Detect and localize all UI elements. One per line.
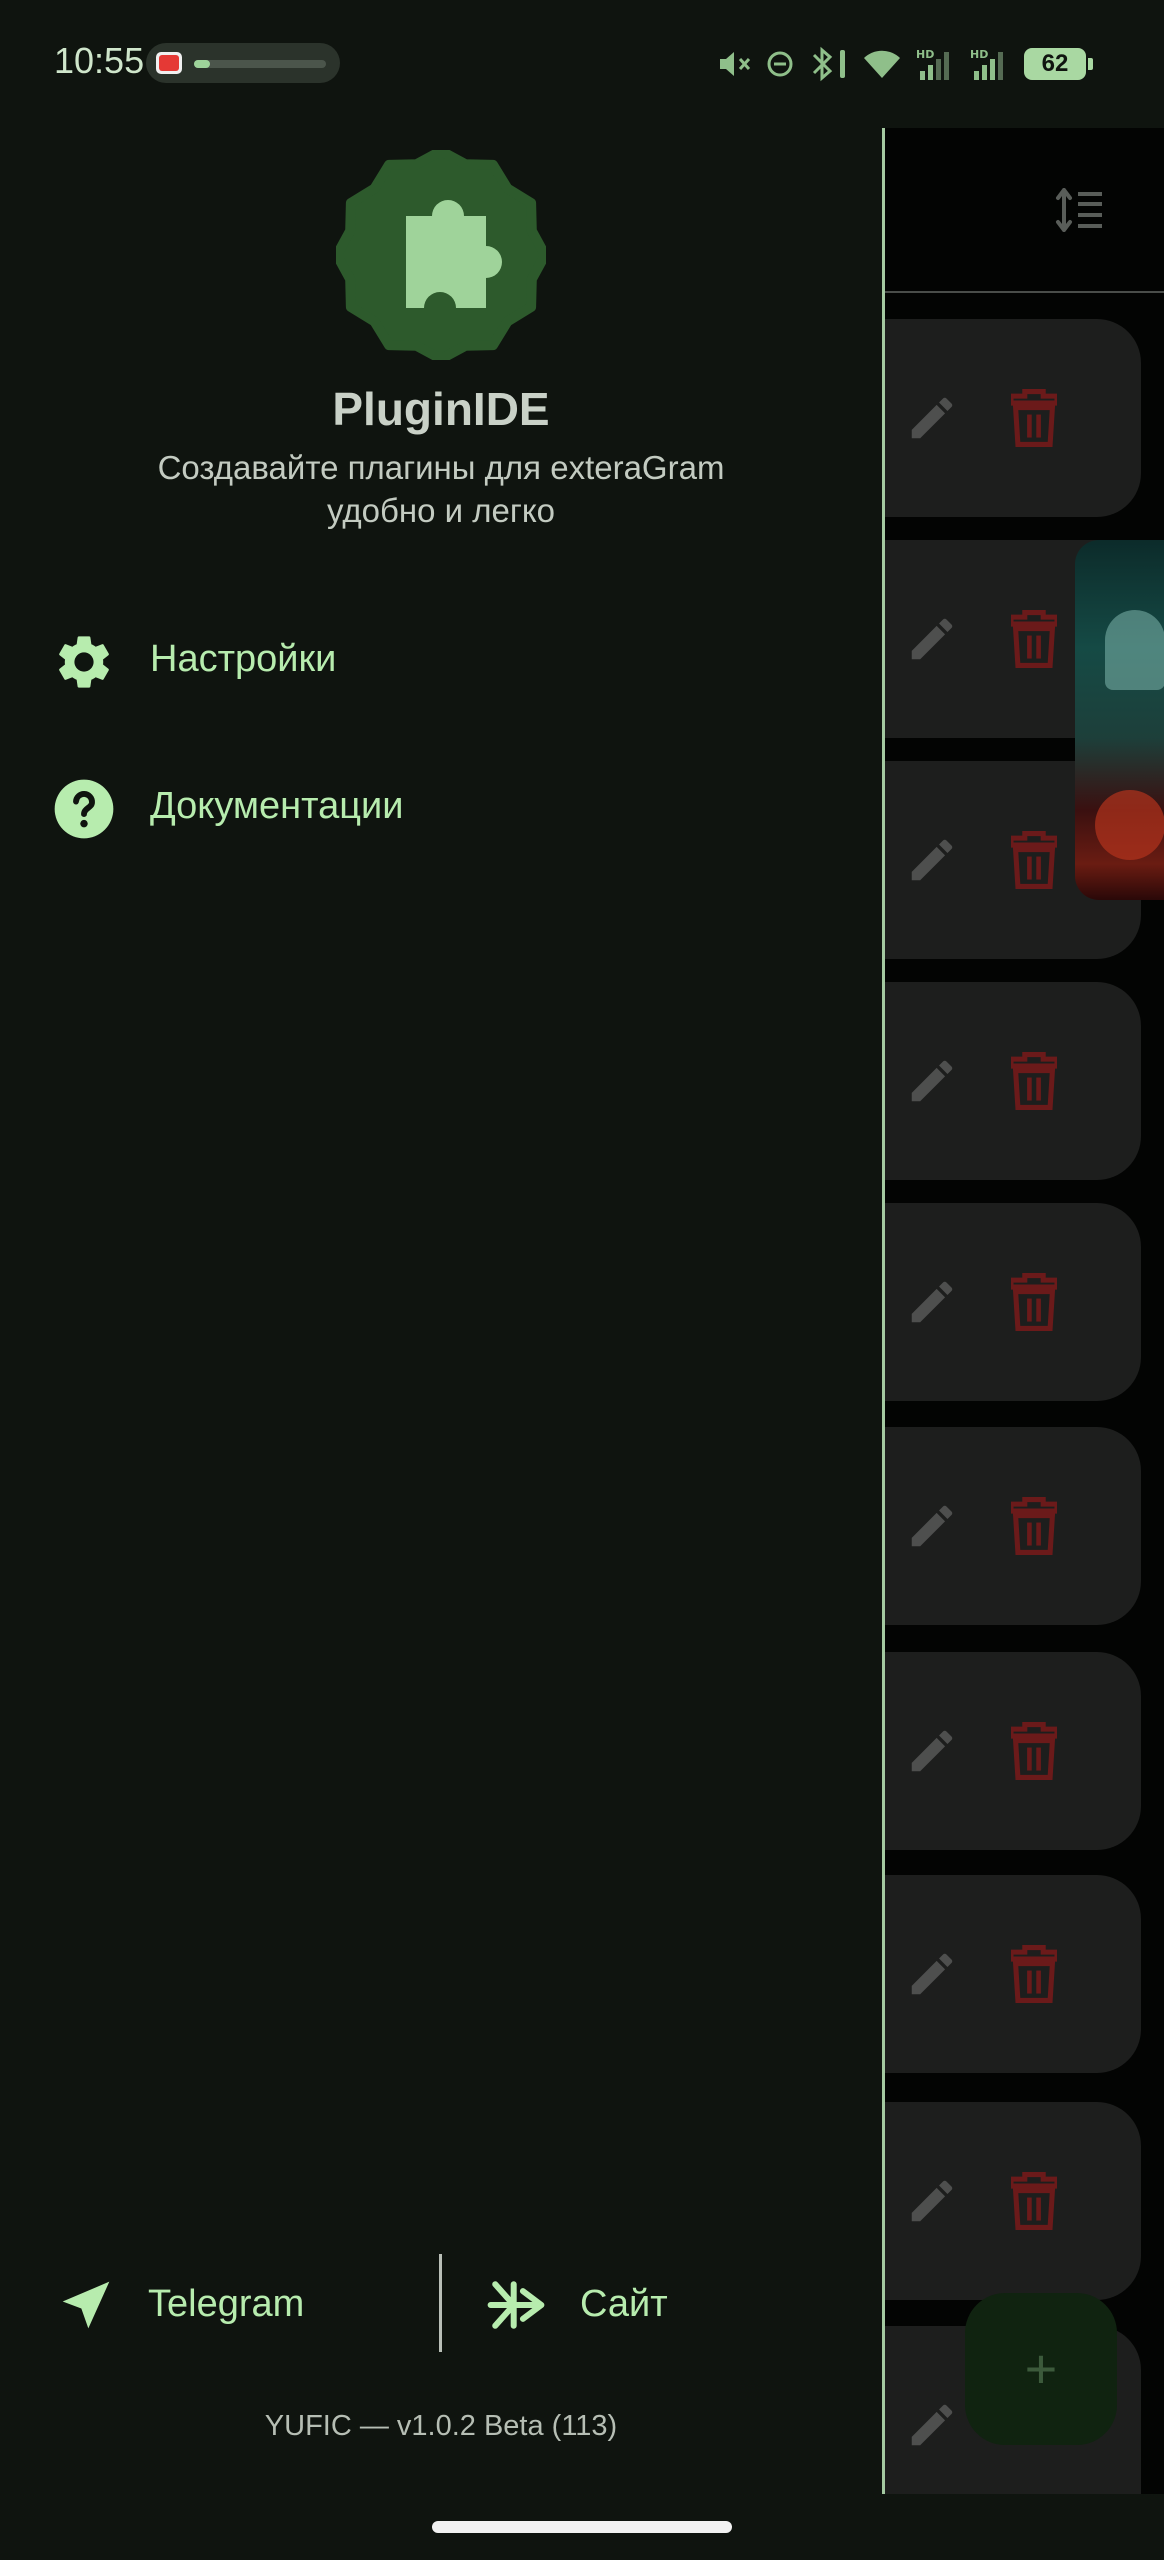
version-label: YUFIC — v1.0.2 Beta (113) bbox=[264, 2410, 618, 2442]
edit-icon[interactable] bbox=[905, 1499, 959, 1553]
app-tagline: Создавайте плагины для exteraGram удобно… bbox=[157, 449, 725, 529]
edit-icon[interactable] bbox=[905, 833, 959, 887]
site-icon bbox=[487, 2281, 545, 2329]
video-frame-glow bbox=[1095, 790, 1164, 860]
menu-item-docs[interactable]: Документации bbox=[0, 753, 882, 863]
add-plugin-button[interactable]: + bbox=[965, 2293, 1117, 2445]
edit-icon[interactable] bbox=[905, 612, 959, 666]
edit-icon[interactable] bbox=[905, 1054, 959, 1108]
edit-icon[interactable] bbox=[905, 1724, 959, 1778]
edit-icon[interactable] bbox=[905, 391, 959, 445]
menu-item-label: Документации bbox=[150, 785, 404, 827]
plugin-card[interactable] bbox=[885, 1203, 1141, 1401]
signal-hd-2-icon: HD bbox=[970, 48, 1003, 80]
delete-icon[interactable] bbox=[1011, 831, 1057, 889]
svg-text:HD: HD bbox=[970, 48, 988, 61]
delete-icon[interactable] bbox=[1011, 389, 1057, 447]
delete-icon[interactable] bbox=[1011, 1273, 1057, 1331]
edit-icon[interactable] bbox=[905, 2174, 959, 2228]
puzzle-logo-icon bbox=[336, 150, 546, 360]
delete-icon[interactable] bbox=[1011, 1052, 1057, 1110]
delete-icon[interactable] bbox=[1011, 610, 1057, 668]
plugin-card[interactable] bbox=[885, 2102, 1141, 2300]
signal-hd-icon: HD bbox=[916, 48, 949, 80]
plugin-card[interactable] bbox=[885, 1652, 1141, 1850]
plugin-card[interactable] bbox=[885, 982, 1141, 1180]
edit-icon[interactable] bbox=[905, 1275, 959, 1329]
navigation-drawer: PluginIDE Создавайте плагины для exteraG… bbox=[0, 0, 882, 2560]
plus-icon: + bbox=[1024, 2337, 1058, 2400]
site-label: Сайт bbox=[580, 2283, 668, 2325]
help-icon bbox=[54, 779, 114, 839]
delete-icon[interactable] bbox=[1011, 2172, 1057, 2230]
plugin-card[interactable] bbox=[885, 319, 1141, 517]
svg-text:HD: HD bbox=[916, 48, 934, 61]
drawer-footer-links: Telegram Сайт bbox=[0, 2250, 882, 2360]
plugin-card-list bbox=[885, 0, 1164, 2560]
telegram-link[interactable]: Telegram bbox=[40, 2250, 420, 2360]
drawer-edge bbox=[882, 128, 885, 2494]
edit-icon[interactable] bbox=[905, 1947, 959, 2001]
telegram-icon bbox=[62, 2281, 110, 2329]
plugin-card[interactable] bbox=[885, 1875, 1141, 2073]
telegram-label: Telegram bbox=[148, 2283, 305, 2325]
home-indicator[interactable] bbox=[432, 2521, 732, 2533]
site-link[interactable]: Сайт bbox=[470, 2250, 850, 2360]
app-title: PluginIDE bbox=[332, 383, 550, 435]
gear-icon bbox=[59, 636, 109, 688]
battery-icon: 62 bbox=[1024, 48, 1093, 80]
footer-divider bbox=[439, 2254, 442, 2352]
menu-item-settings[interactable]: Настройки bbox=[0, 606, 882, 716]
edit-icon[interactable] bbox=[905, 2398, 959, 2452]
screen: + 10:55 HD HD 62 PluginIDE Создавайте пл… bbox=[0, 0, 1164, 2560]
delete-icon[interactable] bbox=[1011, 1945, 1057, 2003]
delete-icon[interactable] bbox=[1011, 1497, 1057, 1555]
video-frame-figure bbox=[1105, 610, 1164, 690]
delete-icon[interactable] bbox=[1011, 1722, 1057, 1780]
menu-item-label: Настройки bbox=[150, 638, 337, 680]
picture-in-picture-video[interactable] bbox=[1075, 540, 1164, 900]
plugin-card[interactable] bbox=[885, 1427, 1141, 1625]
